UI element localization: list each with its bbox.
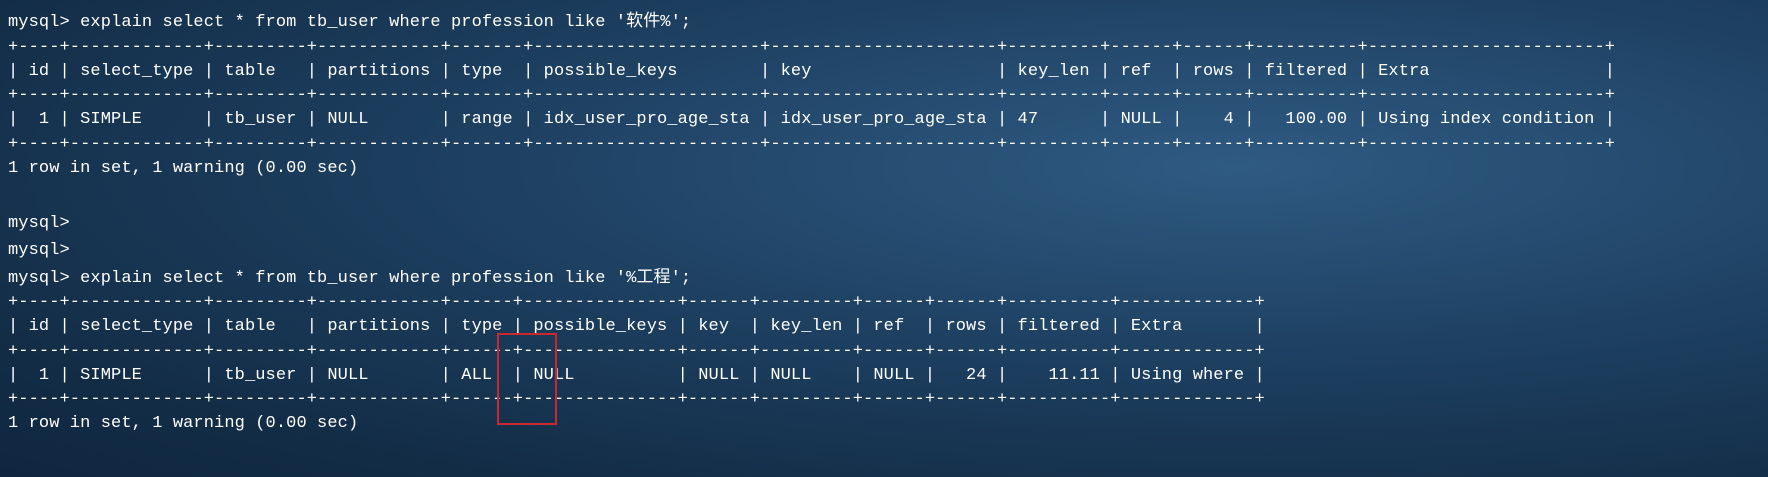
table-header-1: | id | select_type | table | partitions … bbox=[8, 61, 1616, 81]
table-border-bottom-1: +----+-------------+---------+----------… bbox=[8, 134, 1616, 154]
command-line-2: mysql> explain select * from tb_user whe… bbox=[8, 268, 692, 288]
type-column-highlight-box bbox=[497, 333, 557, 425]
result-summary-2: 1 row in set, 1 warning (0.00 sec) bbox=[8, 414, 359, 433]
table-border-top-1: +----+-------------+---------+----------… bbox=[8, 37, 1616, 57]
table-header-2: | id | select_type | table | partitions … bbox=[8, 317, 1265, 336]
table-row-1: | 1 | SIMPLE | tb_user | NULL | range | … bbox=[8, 110, 1616, 129]
prompt-line-2: mysql> bbox=[8, 241, 70, 260]
table-border-mid-2: +----+-------------+---------+----------… bbox=[8, 341, 1265, 361]
table-border-top-2: +----+-------------+---------+----------… bbox=[8, 293, 1265, 312]
terminal-output[interactable]: mysql> explain select * from tb_user whe… bbox=[8, 9, 1760, 438]
table-border-bottom-2: +----+-------------+---------+----------… bbox=[8, 390, 1265, 409]
table-row-2: | 1 | SIMPLE | tb_user | NULL | ALL | NU… bbox=[8, 365, 1265, 385]
command-line-1: mysql> explain select * from tb_user whe… bbox=[8, 13, 692, 32]
table-border-mid-1: +----+-------------+---------+----------… bbox=[8, 86, 1616, 105]
prompt-line-1: mysql> bbox=[8, 213, 70, 233]
result-summary-1: 1 row in set, 1 warning (0.00 sec) bbox=[8, 158, 359, 178]
